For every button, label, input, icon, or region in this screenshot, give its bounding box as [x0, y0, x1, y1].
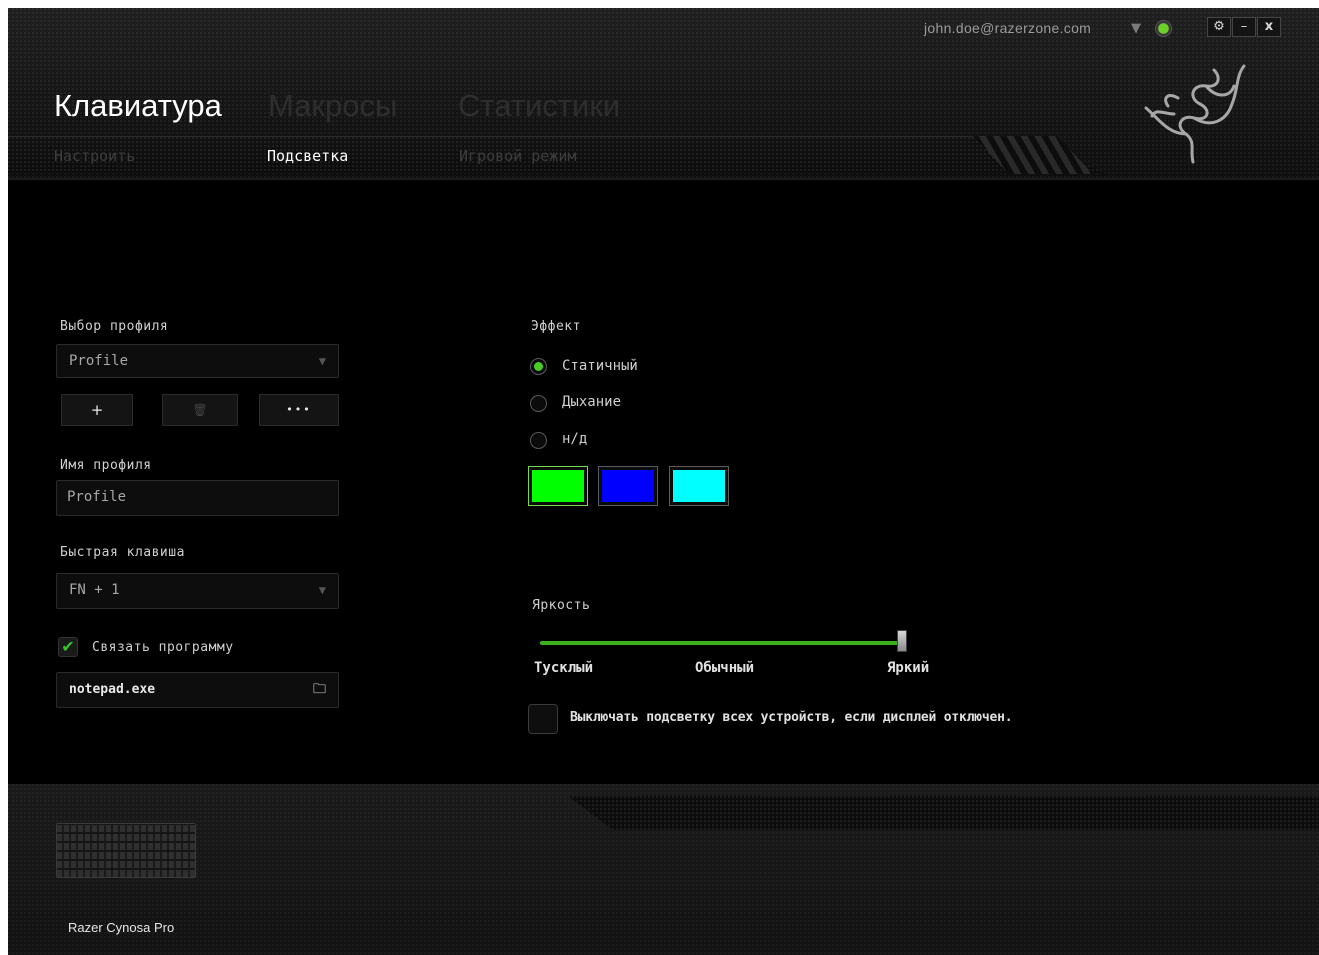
- profile-dropdown[interactable]: Profile ▼: [56, 344, 339, 378]
- profile-select-label: Выбор профиля: [60, 319, 169, 334]
- online-status-icon[interactable]: [1155, 20, 1172, 37]
- link-program-label: Связать программу: [92, 640, 234, 655]
- minimize-button[interactable]: –: [1232, 17, 1256, 37]
- color-swatch-blue[interactable]: [598, 466, 658, 506]
- radio-na-label: н/д: [562, 431, 588, 447]
- folder-icon[interactable]: 🗀: [313, 673, 326, 707]
- hotkey-dropdown-value: FN + 1: [69, 582, 120, 598]
- add-profile-button[interactable]: +: [61, 394, 133, 426]
- hotkey-dropdown[interactable]: FN + 1 ▼: [56, 573, 339, 609]
- profile-dropdown-value: Profile: [69, 353, 129, 369]
- radio-breathing-label: Дыхание: [562, 394, 622, 410]
- chevron-down-icon[interactable]: ▼: [1131, 21, 1141, 36]
- tab-macros[interactable]: Макросы: [268, 88, 397, 124]
- razer-logo-icon: [1144, 64, 1246, 164]
- radio-na[interactable]: [530, 432, 547, 449]
- display-off-checkbox[interactable]: [528, 704, 558, 734]
- link-program-checkbox[interactable]: ✔: [58, 637, 78, 657]
- header-divider: [8, 178, 1319, 180]
- brightness-slider-handle[interactable]: [897, 630, 907, 652]
- brightness-max-label: Яркий: [887, 660, 930, 676]
- display-off-label: Выключать подсветку всех устройств, если…: [570, 710, 1013, 725]
- more-options-button[interactable]: •••: [259, 394, 339, 426]
- profile-name-input[interactable]: Profile: [56, 480, 339, 516]
- synapse-window: john.doe@razerzone.com ▼ ⚙ – x Клавиатур…: [8, 8, 1319, 955]
- subtab-game-mode[interactable]: Игровой режим: [459, 147, 576, 165]
- tab-statistics[interactable]: Статистики: [458, 88, 620, 124]
- color-swatch-cyan[interactable]: [669, 466, 729, 506]
- effect-label: Эффект: [531, 319, 581, 334]
- tab-keyboard[interactable]: Клавиатура: [54, 88, 222, 124]
- subtab-customize[interactable]: Настроить: [54, 147, 135, 165]
- subtab-lighting[interactable]: Подсветка: [267, 147, 348, 165]
- settings-button[interactable]: ⚙: [1207, 17, 1231, 37]
- brightness-mid-label: Обычный: [695, 660, 755, 676]
- keyboard-device-image[interactable]: [56, 823, 196, 878]
- footer-band: [568, 796, 1319, 830]
- trash-icon: 🗑: [192, 403, 208, 417]
- program-path-value: notepad.exe: [69, 682, 156, 697]
- brightness-min-label: Тусклый: [534, 660, 594, 676]
- checkmark-icon: ✔: [61, 637, 75, 656]
- radio-static[interactable]: [530, 358, 547, 375]
- radio-breathing[interactable]: [530, 395, 547, 412]
- device-name: Razer Cynosa Pro: [68, 920, 175, 935]
- brightness-slider-track[interactable]: [540, 641, 902, 645]
- account-email[interactable]: john.doe@razerzone.com: [924, 20, 1091, 36]
- radio-static-label: Статичный: [562, 358, 638, 374]
- color-swatch-green[interactable]: [528, 466, 588, 506]
- profile-name-label: Имя профиля: [60, 458, 152, 473]
- chevron-down-icon: ▼: [318, 354, 326, 368]
- chevron-down-icon: ▼: [318, 583, 326, 597]
- close-button[interactable]: x: [1257, 17, 1281, 37]
- brightness-label: Яркость: [532, 598, 591, 613]
- hotkey-label: Быстрая клавиша: [60, 545, 185, 560]
- delete-profile-button[interactable]: 🗑: [162, 394, 238, 426]
- program-path-input[interactable]: notepad.exe 🗀: [56, 672, 339, 708]
